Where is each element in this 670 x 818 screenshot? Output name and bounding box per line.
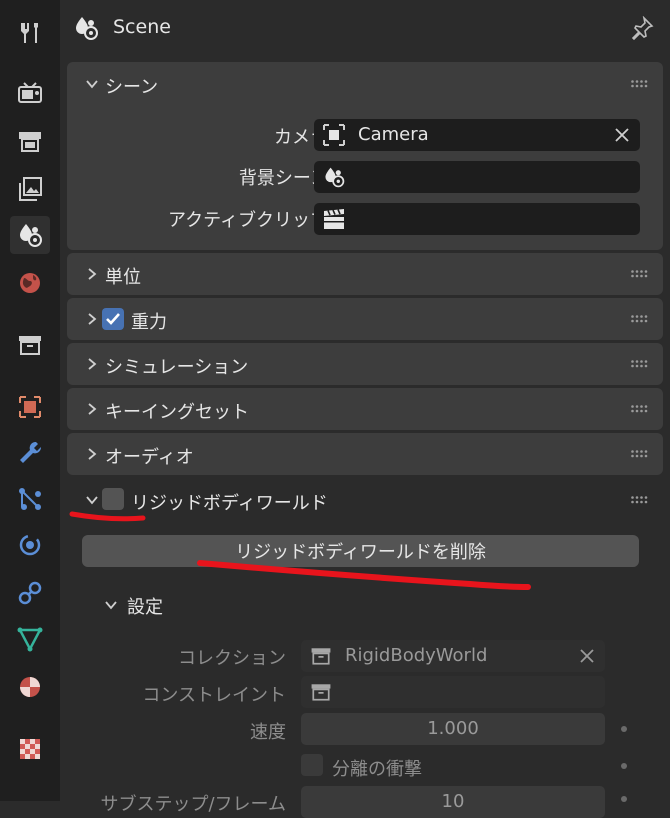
texture-icon (20, 739, 40, 759)
movie-clip-icon (324, 209, 344, 229)
collection-value: RigidBodyWorld (345, 645, 488, 666)
tab-scene[interactable] (10, 216, 50, 254)
tab-world[interactable] (10, 264, 50, 302)
rigidbody-world-checkbox[interactable] (102, 488, 124, 510)
keyframe-dot-icon[interactable] (621, 796, 627, 802)
units-panel[interactable]: 単位 (67, 253, 663, 295)
drag-grip-icon[interactable] (631, 405, 649, 413)
properties-header: Scene (60, 0, 670, 56)
physics-icon (19, 534, 41, 556)
panel-title: 重力 (131, 312, 167, 333)
drag-grip-icon[interactable] (631, 450, 649, 458)
material-icon (20, 677, 40, 697)
pin-icon[interactable] (630, 16, 654, 40)
chevron-right-icon (88, 313, 97, 325)
properties-tab-bar (0, 0, 60, 801)
context-title: Scene (113, 16, 171, 38)
close-icon[interactable] (579, 648, 595, 664)
chevron-right-icon (88, 403, 97, 415)
gravity-panel[interactable]: 重力 (67, 298, 663, 340)
active-clip-field[interactable] (314, 203, 640, 235)
tab-collection[interactable] (10, 326, 50, 364)
particles-icon (19, 488, 41, 510)
checkmark-icon (106, 313, 120, 325)
active-clip-label: アクティブクリップ (167, 210, 328, 231)
drag-grip-icon[interactable] (631, 315, 649, 323)
object-icon (19, 396, 41, 418)
scene-icon (20, 224, 42, 247)
mesh-data-icon (17, 627, 43, 652)
tab-material[interactable] (10, 668, 50, 706)
background-scene-field[interactable] (314, 161, 640, 193)
rigidbody-world-header[interactable]: リジッドボディワールド (67, 478, 663, 522)
chevron-right-icon (88, 268, 97, 280)
substeps-field[interactable]: 10 (301, 786, 605, 818)
tool-icon (21, 23, 38, 43)
chevron-down-icon (105, 601, 117, 610)
constraint-icon (18, 581, 42, 605)
scene-panel-header[interactable]: シーン (67, 62, 663, 106)
camera-field[interactable]: Camera (314, 119, 640, 151)
split-impulse-label: 分離の衝撃 (332, 759, 422, 780)
tab-object[interactable] (10, 388, 50, 426)
panel-title: キーイングセット (105, 402, 249, 423)
tab-view-layer[interactable] (10, 170, 50, 208)
settings-title: 設定 (127, 597, 163, 618)
tab-modifier[interactable] (10, 434, 50, 472)
substeps-label: サブステップ/フレーム (100, 794, 286, 815)
camera-object-icon (323, 124, 345, 146)
gravity-checkbox[interactable] (102, 308, 124, 330)
chevron-down-icon (86, 496, 98, 505)
remove-rigidbody-world-button[interactable]: リジッドボディワールドを削除 (82, 535, 639, 567)
chevron-down-icon (86, 80, 98, 89)
chevron-right-icon (88, 448, 97, 460)
speed-label: 速度 (250, 722, 286, 743)
tab-tool[interactable] (10, 14, 50, 52)
constraints-label: コンストレイント (142, 685, 286, 706)
output-icon (19, 132, 41, 152)
panel-title: オーディオ (105, 447, 194, 468)
scene-panel: シーン カメラ Camera 背景シーン アクティブクリップ (67, 62, 663, 250)
tab-output[interactable] (10, 122, 50, 160)
view-layer-icon (19, 177, 42, 201)
simulation-panel[interactable]: シミュレーション (67, 343, 663, 385)
drag-grip-icon[interactable] (631, 360, 649, 368)
tab-render[interactable] (10, 74, 50, 112)
speed-field[interactable]: 1.000 (301, 713, 605, 745)
panel-title: シーン (105, 77, 159, 98)
wrench-icon (20, 441, 42, 463)
tab-texture[interactable] (10, 730, 50, 768)
tab-physics[interactable] (10, 526, 50, 564)
collection-icon (311, 684, 331, 701)
collection-icon (311, 648, 331, 665)
drag-grip-icon[interactable] (631, 270, 649, 278)
tab-particles[interactable] (10, 480, 50, 518)
audio-panel[interactable]: オーディオ (67, 433, 663, 475)
keying-sets-panel[interactable]: キーイングセット (67, 388, 663, 430)
panel-title: 単位 (105, 267, 141, 288)
split-impulse-checkbox[interactable] (301, 754, 323, 776)
keyframe-dot-icon[interactable] (621, 726, 627, 732)
collection-label: コレクション (178, 648, 286, 669)
world-icon (20, 273, 40, 293)
settings-subpanel-header[interactable]: 設定 (100, 590, 300, 620)
collection-field[interactable]: RigidBodyWorld (301, 640, 605, 672)
constraints-field[interactable] (301, 676, 605, 708)
close-icon[interactable] (614, 127, 630, 143)
panel-title: リジッドボディワールド (131, 493, 328, 514)
render-icon (18, 82, 42, 103)
keyframe-dot-icon[interactable] (621, 763, 627, 769)
scene-icon (325, 167, 345, 188)
tab-data[interactable] (10, 620, 50, 658)
collection-icon (19, 336, 41, 355)
tab-constraints[interactable] (10, 574, 50, 612)
camera-value: Camera (358, 124, 429, 145)
chevron-right-icon (88, 358, 97, 370)
drag-grip-icon[interactable] (631, 80, 649, 88)
panel-title: シミュレーション (105, 357, 249, 378)
scene-icon (76, 17, 98, 40)
drag-grip-icon[interactable] (631, 496, 649, 504)
